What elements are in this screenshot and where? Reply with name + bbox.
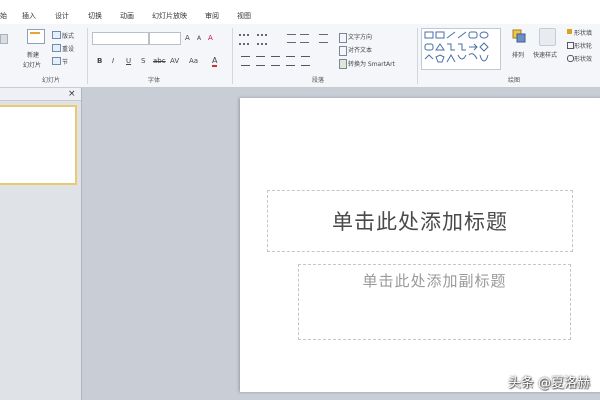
numbering-icon[interactable] bbox=[257, 34, 267, 45]
shape-effects-button[interactable]: 形状效 bbox=[574, 54, 592, 63]
slides-group-label: 幻灯片 bbox=[42, 77, 61, 84]
shapes-gallery[interactable] bbox=[421, 28, 501, 70]
tab-insert[interactable]: 插入 bbox=[22, 11, 36, 21]
smartart-icon bbox=[339, 59, 347, 69]
convert-smartart-button[interactable]: 转换为 SmartArt bbox=[348, 59, 395, 68]
ribbon: 新建 幻灯片 版式 重设 节 幻灯片 A A A B I U S abc AV … bbox=[0, 24, 600, 88]
shape-effects-icon bbox=[567, 55, 574, 62]
quick-styles-icon bbox=[539, 28, 556, 46]
text-direction-icon bbox=[339, 33, 347, 43]
columns-icon[interactable] bbox=[301, 56, 310, 66]
font-size-box[interactable] bbox=[149, 32, 181, 45]
subtitle-placeholder[interactable]: 单击此处添加副标题 bbox=[298, 264, 571, 340]
title-placeholder[interactable]: 单击此处添加标题 bbox=[267, 190, 573, 252]
clear-format-button[interactable]: A bbox=[208, 34, 213, 42]
ribbon-separator bbox=[87, 28, 88, 84]
shape-outline-button[interactable]: 形状轮 bbox=[574, 41, 592, 50]
align-left-icon[interactable] bbox=[241, 56, 250, 66]
new-slide-label[interactable]: 新建 bbox=[27, 50, 39, 59]
reset-icon bbox=[52, 44, 61, 52]
ribbon-tab-strip: 始 插入 设计 切换 动画 幻灯片放映 审阅 视图 bbox=[0, 0, 600, 25]
tab-slideshow[interactable]: 幻灯片放映 bbox=[152, 11, 187, 21]
slide: 单击此处添加标题 单击此处添加副标题 bbox=[240, 98, 600, 392]
watermark: 头条 @夏洛赫 bbox=[507, 376, 590, 391]
align-center-icon[interactable] bbox=[256, 56, 265, 66]
new-slide-icon-band bbox=[30, 32, 40, 34]
shape-fill-icon bbox=[567, 29, 572, 34]
decrease-indent-icon[interactable] bbox=[287, 34, 296, 43]
section-button[interactable]: 节 bbox=[62, 57, 68, 66]
quick-styles-button[interactable]: 快速样式 bbox=[533, 50, 557, 59]
italic-button[interactable]: I bbox=[112, 57, 114, 65]
font-group-label: 字体 bbox=[148, 77, 161, 84]
increase-indent-icon[interactable] bbox=[300, 34, 309, 43]
tab-home[interactable]: 始 bbox=[0, 11, 7, 21]
shadow-s-button[interactable]: S bbox=[141, 57, 145, 65]
underline-button[interactable]: U bbox=[126, 57, 131, 65]
close-icon[interactable]: × bbox=[68, 89, 76, 99]
char-spacing-button[interactable]: AV bbox=[170, 57, 179, 65]
tab-transitions[interactable]: 切换 bbox=[88, 11, 102, 21]
align-text-button[interactable]: 对齐文本 bbox=[348, 45, 372, 54]
paragraph-group-label: 段落 bbox=[312, 77, 325, 84]
ribbon-separator bbox=[232, 28, 233, 84]
change-case-button[interactable]: Aa bbox=[189, 57, 198, 65]
section-icon bbox=[52, 57, 61, 65]
tab-design[interactable]: 设计 bbox=[55, 11, 69, 21]
bold-button[interactable]: B bbox=[97, 57, 102, 65]
bullets-icon[interactable] bbox=[239, 34, 249, 45]
tab-review[interactable]: 审阅 bbox=[205, 11, 219, 21]
font-name-box[interactable] bbox=[92, 32, 149, 45]
tab-view[interactable]: 视图 bbox=[237, 11, 251, 21]
subtitle-placeholder-text: 单击此处添加副标题 bbox=[362, 272, 507, 290]
tab-animations[interactable]: 动画 bbox=[120, 11, 134, 21]
font-color-button[interactable]: A bbox=[212, 57, 218, 67]
strikethrough-button[interactable]: abc bbox=[153, 57, 166, 65]
align-right-icon[interactable] bbox=[271, 56, 280, 66]
paste-icon[interactable] bbox=[0, 34, 8, 44]
reset-button[interactable]: 重设 bbox=[62, 44, 74, 53]
justify-icon[interactable] bbox=[286, 56, 295, 66]
slides-pane: × bbox=[0, 88, 82, 400]
align-text-icon bbox=[339, 46, 347, 56]
new-slide-sublabel[interactable]: 幻灯片 bbox=[23, 60, 41, 69]
text-direction-button[interactable]: 文字方向 bbox=[348, 32, 372, 41]
layout-icon bbox=[52, 31, 61, 39]
title-placeholder-text: 单击此处添加标题 bbox=[332, 210, 508, 234]
layout-button[interactable]: 版式 bbox=[62, 31, 74, 40]
shape-outline-icon bbox=[567, 42, 574, 49]
ribbon-separator bbox=[417, 28, 418, 84]
drawing-group-label: 绘图 bbox=[508, 77, 521, 84]
line-spacing-icon[interactable] bbox=[319, 34, 328, 43]
shape-fill-button[interactable]: 形状填 bbox=[574, 28, 592, 37]
shrink-font-button[interactable]: A bbox=[197, 35, 201, 42]
slides-pane-header: × bbox=[0, 88, 81, 101]
grow-font-button[interactable]: A bbox=[185, 34, 190, 42]
arrange-icon bbox=[512, 28, 526, 43]
arrange-button[interactable]: 排列 bbox=[512, 50, 524, 59]
slide-thumbnail[interactable] bbox=[0, 105, 77, 185]
